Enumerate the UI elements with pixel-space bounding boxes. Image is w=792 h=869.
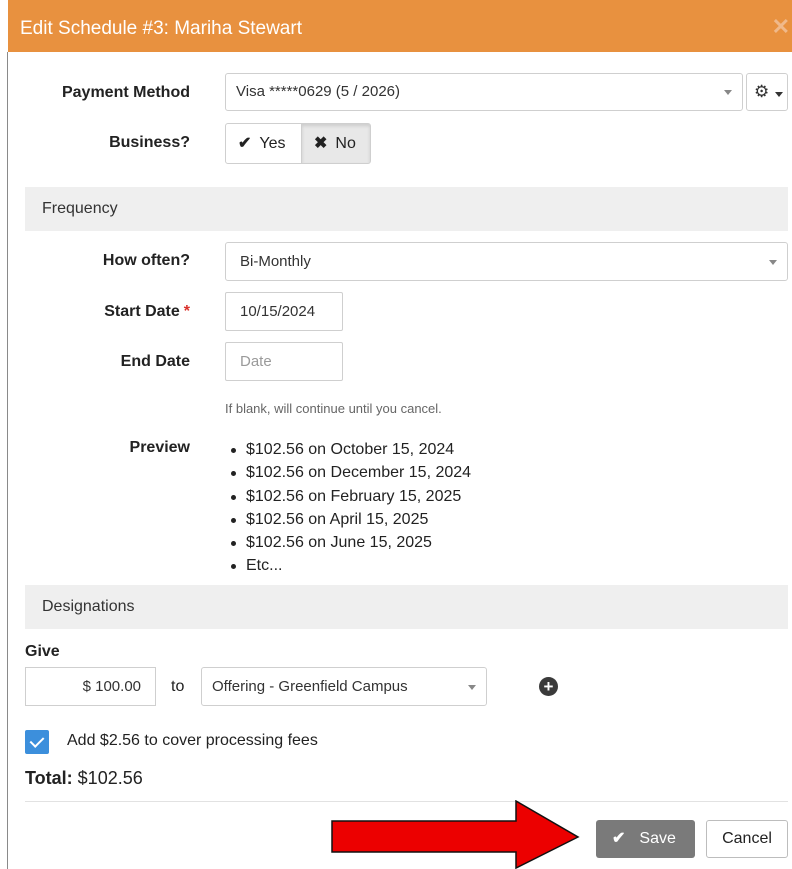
chevron-down-icon bbox=[724, 90, 732, 95]
how-often-select[interactable]: Bi-Monthly bbox=[225, 242, 788, 281]
designations-section-header: Designations bbox=[25, 585, 788, 629]
end-date-input[interactable]: Date bbox=[225, 342, 343, 381]
add-designation-icon[interactable]: + bbox=[539, 677, 558, 696]
payment-method-value: Visa *****0629 (5 / 2026) bbox=[236, 83, 401, 100]
frequency-section-header: Frequency bbox=[25, 187, 788, 231]
x-icon: ✖ bbox=[314, 135, 328, 152]
end-date-label: End Date bbox=[120, 353, 190, 370]
start-date-input[interactable]: 10/15/2024 bbox=[225, 292, 343, 331]
end-date-help-text: If blank, will continue until you cancel… bbox=[225, 401, 442, 416]
check-icon: ✔ bbox=[238, 135, 252, 152]
preview-item: Etc... bbox=[225, 554, 471, 577]
check-icon: ✔ bbox=[612, 830, 626, 847]
to-label: to bbox=[171, 678, 185, 695]
designations-section-title: Designations bbox=[42, 598, 135, 615]
save-button[interactable]: ✔ Save bbox=[596, 820, 695, 858]
total-value: $102.56 bbox=[77, 768, 143, 788]
required-indicator: * bbox=[183, 303, 190, 320]
payment-options-button[interactable]: ⚙ bbox=[746, 73, 788, 111]
business-label: Business? bbox=[109, 134, 190, 151]
amount-input[interactable]: $ 100.00 bbox=[25, 667, 156, 706]
how-often-label: How often? bbox=[102, 252, 190, 269]
start-date-label-text: Start Date bbox=[104, 303, 180, 320]
total-label: Total: bbox=[25, 768, 73, 788]
preview-item: $102.56 on June 15, 2025 bbox=[225, 531, 471, 554]
dialog-title: Edit Schedule #3: Mariha Stewart bbox=[20, 18, 302, 39]
total-line: Total: $102.56 bbox=[25, 768, 143, 789]
preview-item: $102.56 on October 15, 2024 bbox=[225, 438, 471, 461]
business-yes-label: Yes bbox=[259, 135, 286, 152]
chevron-down-icon bbox=[775, 92, 783, 97]
payment-method-select[interactable]: Visa *****0629 (5 / 2026) bbox=[225, 73, 743, 111]
fund-value: Offering - Greenfield Campus bbox=[212, 678, 408, 695]
frequency-section-title: Frequency bbox=[42, 200, 118, 217]
preview-list: $102.56 on October 15, 2024 $102.56 on D… bbox=[225, 438, 471, 578]
fund-select[interactable]: Offering - Greenfield Campus bbox=[201, 667, 487, 706]
preview-item: $102.56 on February 15, 2025 bbox=[225, 485, 471, 508]
chevron-down-icon bbox=[769, 259, 777, 265]
close-icon[interactable]: ✕ bbox=[772, 15, 790, 39]
preview-item: $102.56 on December 15, 2024 bbox=[225, 461, 471, 484]
annotation-arrow-icon bbox=[331, 800, 580, 869]
processing-fees-checkbox[interactable] bbox=[25, 730, 49, 754]
preview-item: $102.56 on April 15, 2025 bbox=[225, 508, 471, 531]
cancel-button[interactable]: Cancel bbox=[706, 820, 788, 858]
save-label: Save bbox=[639, 830, 676, 847]
chevron-down-icon bbox=[468, 684, 476, 690]
business-no-button[interactable]: ✖ No bbox=[301, 123, 371, 164]
dialog-left-border bbox=[7, 52, 8, 869]
start-date-label: Start Date * bbox=[0, 303, 190, 321]
processing-fees-label: Add $2.56 to cover processing fees bbox=[67, 732, 318, 749]
give-label: Give bbox=[25, 643, 60, 660]
preview-label: Preview bbox=[129, 439, 190, 456]
gear-icon: ⚙ bbox=[754, 82, 770, 101]
business-no-label: No bbox=[335, 135, 356, 152]
payment-method-label: Payment Method bbox=[61, 84, 190, 101]
how-often-value: Bi-Monthly bbox=[240, 253, 311, 270]
dialog-header: Edit Schedule #3: Mariha Stewart ✕ bbox=[8, 0, 792, 52]
business-yes-button[interactable]: ✔ Yes bbox=[225, 123, 302, 164]
